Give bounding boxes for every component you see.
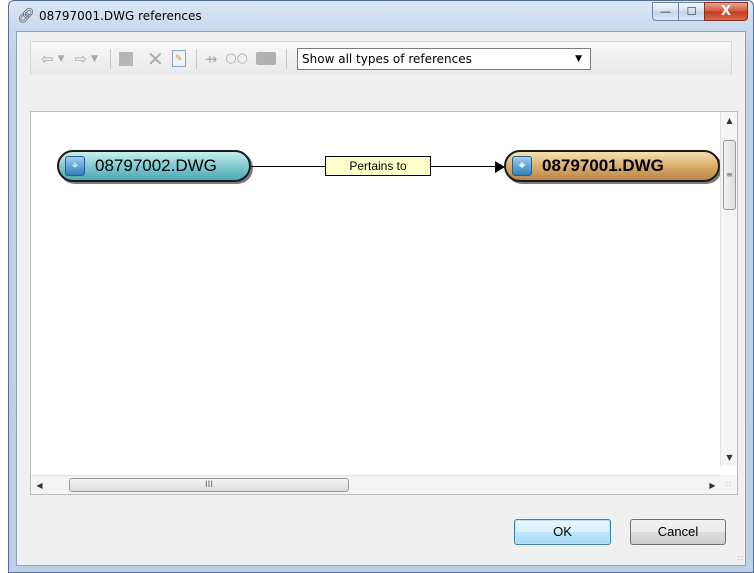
node-label: 08797001.DWG <box>542 156 664 175</box>
expand-icon[interactable]: ⇸ <box>205 50 218 68</box>
reference-graph-canvas[interactable]: ⌖ 08797002.DWG Pertains to ⌖ 08797001.DW… <box>30 111 738 495</box>
window-controls: — ☐ X <box>652 2 748 22</box>
title-bar[interactable]: 🔗︎ 08797001.DWG references — ☐ X <box>9 1 753 31</box>
properties-icon[interactable]: ✎ <box>171 50 186 67</box>
scroll-down-icon[interactable]: ▼ <box>721 449 737 466</box>
link-icon: 🔗︎ <box>17 8 35 24</box>
reference-type-select[interactable]: Show all types of references ▼ <box>297 47 592 70</box>
view-glasses-icon[interactable]: ○○ <box>225 51 248 66</box>
scroll-right-icon[interactable]: ▶ <box>704 476 721 494</box>
toolbar-separator <box>110 48 111 69</box>
toolbar-separator <box>195 48 197 69</box>
vertical-scroll-thumb[interactable]: ≡ <box>723 140 736 210</box>
toolbar-separator <box>286 48 288 69</box>
forward-dropdown-icon[interactable]: ▼ <box>91 54 98 64</box>
resize-grip-icon[interactable]: ∷ <box>738 554 743 563</box>
scroll-left-icon[interactable]: ◀ <box>31 476 48 494</box>
open-document-icon[interactable] <box>119 51 133 66</box>
edge-line-right <box>431 166 497 167</box>
close-icon: X <box>720 4 732 19</box>
graph-node-source[interactable]: ⌖ 08797002.DWG <box>57 150 251 182</box>
maximize-button[interactable]: ☐ <box>678 2 704 21</box>
drawing-file-icon: ⌖ <box>65 156 85 176</box>
delete-icon[interactable]: ✕ <box>147 47 164 71</box>
edge-line-left <box>251 166 325 167</box>
drawing-file-icon: ⌖ <box>512 156 532 176</box>
minimize-button[interactable]: — <box>652 2 678 21</box>
scroll-corner-grip: ∷ <box>720 475 737 494</box>
cancel-button[interactable]: Cancel <box>630 519 726 545</box>
reference-type-value: Show all types of references <box>302 51 472 66</box>
graph-node-target[interactable]: ⌖ 08797001.DWG <box>504 150 720 182</box>
chevron-down-icon: ▼ <box>575 53 583 64</box>
maximize-icon: ☐ <box>686 5 697 18</box>
ok-button[interactable]: OK <box>514 519 611 545</box>
window-title: 08797001.DWG references <box>39 9 202 23</box>
toolbar: ⇦ ▼ ⇨ ▼ ✕ ✎ ⇸ ○○ Show all types of refer… <box>30 41 732 75</box>
back-dropdown-icon[interactable]: ▼ <box>58 54 65 64</box>
horizontal-scroll-thumb[interactable]: III <box>69 478 349 492</box>
horizontal-scrollbar[interactable]: ◀ III ▶ <box>31 475 721 494</box>
close-button[interactable]: X <box>704 2 748 21</box>
dialog-client-area: ⇦ ▼ ⇨ ▼ ✕ ✎ ⇸ ○○ Show all types of refer… <box>16 31 746 566</box>
vertical-scrollbar[interactable]: ▲ ≡ ▼ <box>720 112 737 466</box>
book-icon[interactable] <box>256 52 277 65</box>
scroll-up-icon[interactable]: ▲ <box>721 112 737 129</box>
minimize-icon: — <box>660 5 671 18</box>
node-label: 08797002.DWG <box>95 156 217 175</box>
dialog-window: 🔗︎ 08797001.DWG references — ☐ X ⇦ ▼ ⇨ ▼… <box>8 0 754 573</box>
edge-label[interactable]: Pertains to <box>325 156 431 176</box>
forward-arrow-icon[interactable]: ⇨ <box>75 50 88 68</box>
back-arrow-icon[interactable]: ⇦ <box>41 50 54 68</box>
